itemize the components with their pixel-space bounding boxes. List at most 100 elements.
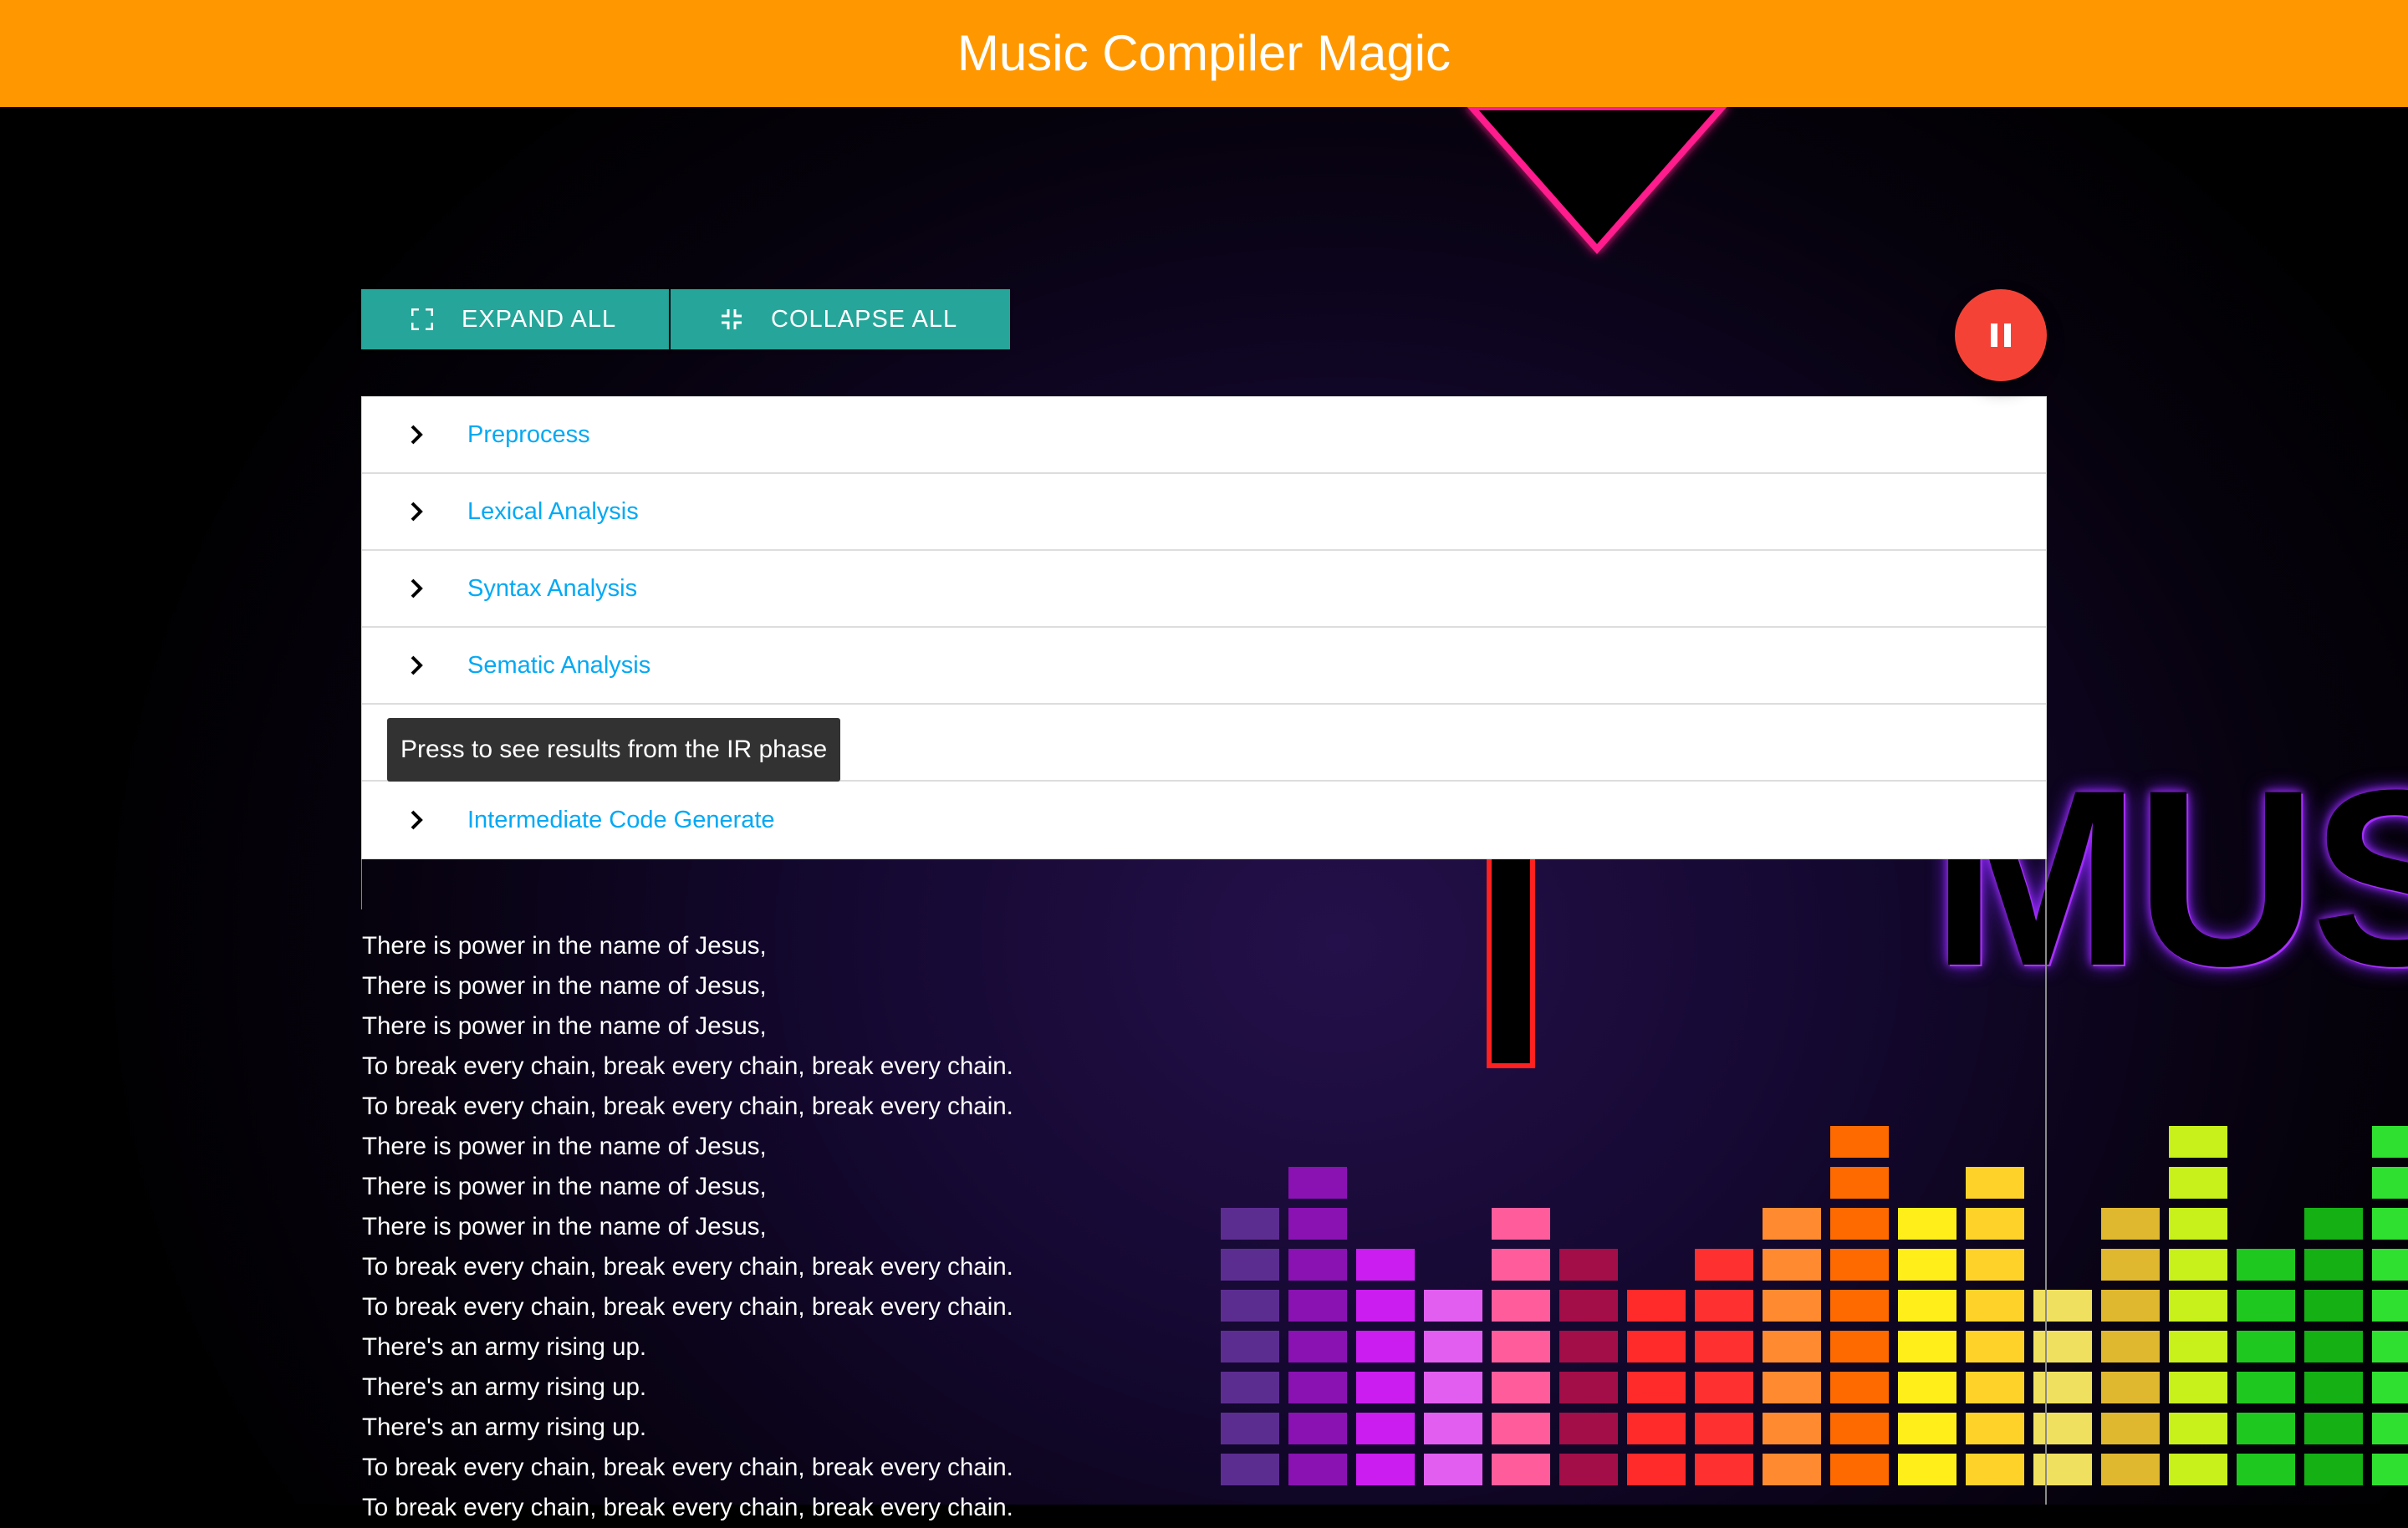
equalizer-block bbox=[2372, 1331, 2408, 1362]
equalizer-block bbox=[1424, 1413, 1482, 1444]
equalizer-block bbox=[2372, 1167, 2408, 1199]
equalizer-block bbox=[1221, 1290, 1279, 1322]
equalizer-block bbox=[1966, 1372, 2024, 1403]
accordion-label[interactable]: Intermediate Code Generate bbox=[467, 807, 775, 834]
equalizer-block bbox=[1424, 1331, 1482, 1362]
equalizer-block bbox=[1695, 1290, 1753, 1322]
equalizer-block bbox=[1763, 1331, 1821, 1362]
equalizer-block bbox=[1898, 1413, 1956, 1444]
accordion-item-ir-phase[interactable]: Press to see results from the IR phase bbox=[362, 705, 2046, 782]
accordion-item-sematic-analysis[interactable]: Sematic Analysis bbox=[362, 628, 2046, 705]
equalizer-block bbox=[2169, 1249, 2227, 1281]
equalizer-block bbox=[1763, 1208, 1821, 1240]
equalizer-block bbox=[1830, 1167, 1889, 1199]
equalizer-block bbox=[2372, 1413, 2408, 1444]
equalizer-block bbox=[1763, 1454, 1821, 1485]
equalizer-block bbox=[1356, 1290, 1415, 1322]
equalizer-block bbox=[1288, 1290, 1347, 1322]
equalizer-block bbox=[2304, 1372, 2363, 1403]
equalizer-block bbox=[2101, 1290, 2160, 1322]
accordion-label[interactable]: Preprocess bbox=[467, 421, 590, 449]
equalizer-block bbox=[2033, 1454, 2092, 1485]
equalizer-block bbox=[2372, 1249, 2408, 1281]
accordion-item-preprocess[interactable]: Preprocess bbox=[362, 397, 2046, 474]
equalizer-block bbox=[2237, 1454, 2295, 1485]
equalizer-block bbox=[2304, 1454, 2363, 1485]
collapse-all-button[interactable]: COLLAPSE ALL bbox=[671, 289, 1010, 349]
equalizer-block bbox=[1966, 1413, 2024, 1444]
lyric-line: There's an army rising up. bbox=[362, 1373, 647, 1401]
equalizer-block bbox=[2372, 1126, 2408, 1158]
lyric-line: There is power in the name of Jesus, bbox=[362, 932, 767, 960]
equalizer-block bbox=[2101, 1413, 2160, 1444]
equalizer-block bbox=[1356, 1454, 1415, 1485]
equalizer-block bbox=[1356, 1249, 1415, 1281]
equalizer-block bbox=[2237, 1413, 2295, 1444]
equalizer-block bbox=[1966, 1290, 2024, 1322]
equalizer-block bbox=[1492, 1208, 1550, 1240]
accordion-label[interactable]: Sematic Analysis bbox=[467, 652, 650, 680]
accordion-item-syntax-analysis[interactable]: Syntax Analysis bbox=[362, 551, 2046, 628]
equalizer-block bbox=[1221, 1249, 1279, 1281]
expand-all-button[interactable]: EXPAND ALL bbox=[361, 289, 669, 349]
equalizer-block bbox=[1763, 1372, 1821, 1403]
collapse-all-label: COLLAPSE ALL bbox=[771, 305, 958, 333]
equalizer-block bbox=[1966, 1331, 2024, 1362]
page-title: Music Compiler Magic bbox=[0, 0, 2408, 107]
equalizer-block bbox=[1898, 1454, 1956, 1485]
equalizer-block bbox=[2169, 1454, 2227, 1485]
equalizer-block bbox=[1627, 1413, 1686, 1444]
equalizer-block bbox=[1221, 1454, 1279, 1485]
equalizer-block bbox=[1424, 1290, 1482, 1322]
equalizer-block bbox=[1898, 1372, 1956, 1403]
equalizer-block bbox=[1492, 1454, 1550, 1485]
lyrics-output: There is power in the name of Jesus, The… bbox=[362, 926, 1013, 1528]
equalizer-block bbox=[2304, 1413, 2363, 1444]
lyric-line: To break every chain, break every chain,… bbox=[362, 1494, 1013, 1521]
chevron-right-icon bbox=[400, 572, 434, 605]
accordion-item-intermediate-code-generate[interactable]: Intermediate Code Generate bbox=[362, 782, 2046, 858]
equalizer-block bbox=[1221, 1372, 1279, 1403]
equalizer-block bbox=[2237, 1249, 2295, 1281]
lyric-line: There is power in the name of Jesus, bbox=[362, 1213, 767, 1240]
output-divider-right bbox=[2045, 859, 2047, 1505]
equalizer-block bbox=[2237, 1290, 2295, 1322]
equalizer-block bbox=[1288, 1249, 1347, 1281]
equalizer-block bbox=[2101, 1454, 2160, 1485]
equalizer-block bbox=[1221, 1413, 1279, 1444]
output-divider-left bbox=[361, 859, 362, 909]
equalizer-block bbox=[1627, 1290, 1686, 1322]
equalizer-block bbox=[1695, 1331, 1753, 1362]
equalizer-block bbox=[2033, 1331, 2092, 1362]
equalizer-block bbox=[2304, 1331, 2363, 1362]
equalizer-block bbox=[1356, 1331, 1415, 1362]
collapse-icon bbox=[722, 309, 742, 329]
lyric-line: To break every chain, break every chain,… bbox=[362, 1052, 1013, 1080]
accordion-item-lexical-analysis[interactable]: Lexical Analysis bbox=[362, 474, 2046, 551]
equalizer-block bbox=[2237, 1331, 2295, 1362]
equalizer-block bbox=[1966, 1167, 2024, 1199]
equalizer-block bbox=[1288, 1208, 1347, 1240]
phase-accordion: Preprocess Lexical Analysis Syntax Analy… bbox=[361, 396, 2047, 859]
accordion-label[interactable]: Syntax Analysis bbox=[467, 575, 637, 603]
equalizer-block bbox=[1830, 1208, 1889, 1240]
equalizer-block bbox=[1627, 1372, 1686, 1403]
equalizer-block bbox=[1221, 1331, 1279, 1362]
lyric-line: There is power in the name of Jesus, bbox=[362, 1133, 767, 1160]
equalizer-block bbox=[2101, 1372, 2160, 1403]
equalizer-block bbox=[1763, 1413, 1821, 1444]
pause-button[interactable] bbox=[1955, 289, 2047, 381]
equalizer-block bbox=[1830, 1290, 1889, 1322]
equalizer-block bbox=[1356, 1413, 1415, 1444]
accordion-label[interactable]: Lexical Analysis bbox=[467, 498, 639, 526]
equalizer-block bbox=[1898, 1208, 1956, 1240]
equalizer-block bbox=[2169, 1208, 2227, 1240]
chevron-right-icon bbox=[400, 649, 434, 682]
equalizer-block bbox=[1763, 1249, 1821, 1281]
equalizer-block bbox=[1288, 1454, 1347, 1485]
equalizer-block bbox=[2101, 1331, 2160, 1362]
chevron-right-icon bbox=[400, 803, 434, 837]
equalizer-block bbox=[2169, 1167, 2227, 1199]
equalizer-block bbox=[1288, 1413, 1347, 1444]
ir-phase-tooltip: Press to see results from the IR phase bbox=[387, 718, 840, 782]
